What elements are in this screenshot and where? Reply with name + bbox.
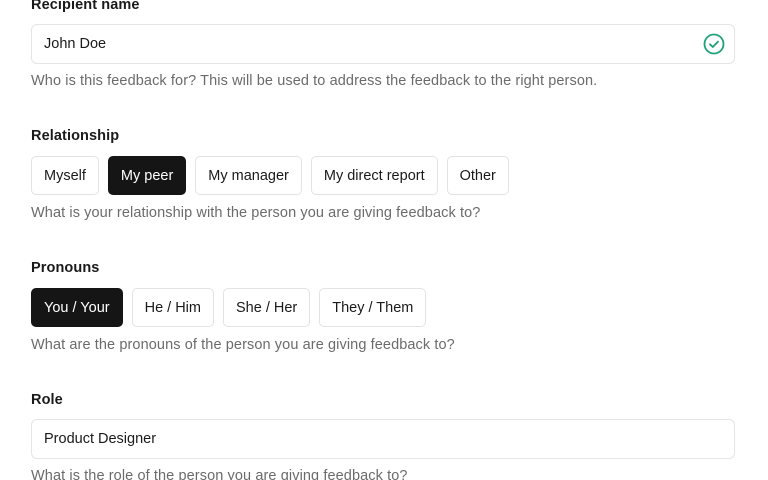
pronouns-option-he-him[interactable]: He / Him: [131, 288, 214, 327]
relationship-options: Myself My peer My manager My direct report O…: [31, 156, 735, 195]
feedback-form: Recipient name John Doe Who is this feed…: [0, 0, 768, 480]
recipient-field-wrap: John Doe: [31, 24, 735, 64]
recipient-label: Recipient name: [31, 0, 140, 13]
recipient-section: Recipient name: [31, 0, 735, 14]
role-input[interactable]: Product Designer: [31, 419, 735, 459]
pronouns-option-she-her[interactable]: She / Her: [223, 288, 311, 327]
relationship-option-my-peer[interactable]: My peer: [107, 156, 187, 195]
pronouns-help-text: What are the pronouns of the person you …: [31, 337, 455, 353]
relationship-help-wrap: What is your relationship with the perso…: [31, 204, 735, 222]
relationship-chip-group: Myself My peer My manager My direct report O…: [31, 156, 735, 195]
pronouns-label-wrap: Pronouns: [31, 259, 735, 277]
recipient-help-text: Who is this feedback for? This will be u…: [31, 73, 598, 89]
check-circle-icon: [703, 33, 725, 55]
pronouns-options: You / Your He / Him She / Her They / Them: [31, 288, 735, 327]
role-help-wrap: What is the role of the person you are g…: [31, 467, 735, 480]
relationship-option-myself[interactable]: Myself: [31, 156, 99, 195]
role-help-text: What is the role of the person you are g…: [31, 468, 408, 480]
relationship-option-other[interactable]: Other: [446, 156, 509, 195]
role-value: Product Designer: [44, 431, 157, 447]
relationship-label: Relationship: [31, 128, 120, 144]
recipient-name-input[interactable]: John Doe: [31, 24, 735, 64]
pronouns-chip-group: You / Your He / Him She / Her They / Them: [31, 288, 735, 327]
pronouns-label: Pronouns: [31, 260, 100, 276]
role-label-wrap: Role: [31, 391, 735, 409]
relationship-label-wrap: Relationship: [31, 127, 735, 145]
relationship-option-my-manager[interactable]: My manager: [195, 156, 302, 195]
role-label: Role: [31, 392, 63, 408]
pronouns-help-wrap: What are the pronouns of the person you …: [31, 336, 735, 354]
pronouns-option-you-your[interactable]: You / Your: [31, 288, 123, 327]
pronouns-option-they-them[interactable]: They / Them: [319, 288, 427, 327]
relationship-option-my-direct-report[interactable]: My direct report: [310, 156, 438, 195]
role-field-wrap: Product Designer: [31, 419, 735, 459]
recipient-name-value: John Doe: [44, 36, 107, 52]
recipient-help-wrap: Who is this feedback for? This will be u…: [31, 72, 735, 90]
relationship-help-text: What is your relationship with the perso…: [31, 205, 481, 221]
